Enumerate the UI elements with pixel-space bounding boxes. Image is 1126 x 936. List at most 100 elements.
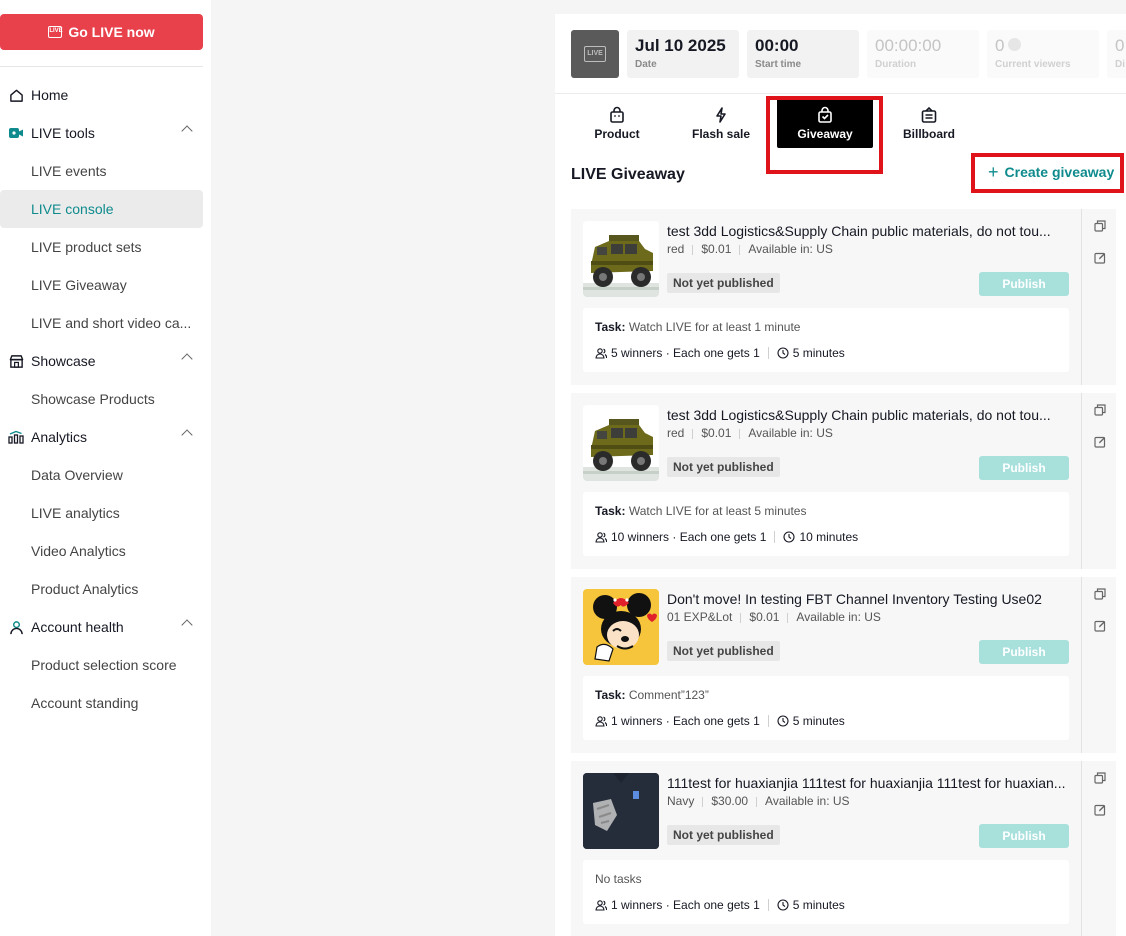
stat-date[interactable]: Jul 10 2025 Date	[627, 30, 739, 78]
billboard-icon	[921, 106, 937, 123]
product-meta: 01 EXP&Lot $0.01 Available in: US	[667, 610, 881, 624]
clock-icon	[777, 899, 789, 911]
giveaway-card: test 3dd Logistics&Supply Chain public m…	[571, 393, 1116, 569]
stat-extra: 0 Di	[1107, 30, 1126, 78]
users-icon	[595, 716, 607, 727]
home-icon	[8, 87, 24, 103]
giveaway-card-body: Don't move! In testing FBT Channel Inven…	[571, 577, 1081, 753]
chevron-up-icon[interactable]	[181, 619, 193, 631]
giveaway-card: test 3dd Logistics&Supply Chain public m…	[571, 209, 1116, 385]
tab-flash-sale[interactable]: Flash sale	[683, 98, 759, 148]
stat-start-time-label: Start time	[755, 59, 802, 70]
copy-icon[interactable]	[1093, 771, 1107, 785]
chevron-up-icon[interactable]	[181, 353, 193, 365]
section-title: LIVE Giveaway	[571, 166, 685, 183]
shopping-bag-icon	[610, 106, 624, 123]
clock-icon	[777, 347, 789, 359]
edit-icon[interactable]	[1093, 435, 1107, 449]
go-live-button[interactable]: LIVE Go LIVE now	[0, 14, 203, 50]
users-icon	[595, 532, 607, 543]
winners-line: 1 winners · Each one gets 1 5 minutes	[595, 898, 845, 912]
sidebar-item-product-selection-score[interactable]: Product selection score	[0, 646, 203, 684]
sidebar-section-label: Account health	[31, 619, 124, 635]
sidebar-item-showcase-products[interactable]: Showcase Products	[0, 380, 203, 418]
person-icon	[1008, 38, 1022, 52]
task-label: Task:	[595, 688, 626, 702]
sidebar-section-home[interactable]: Home	[0, 76, 203, 114]
sidebar-item-data-overview[interactable]: Data Overview	[0, 456, 203, 494]
product-variant: red	[667, 242, 685, 256]
sidebar-item-live-giveaway[interactable]: LIVE Giveaway	[0, 266, 203, 304]
publish-button[interactable]: Publish	[979, 640, 1069, 664]
edit-icon[interactable]	[1093, 619, 1107, 633]
meta-divider	[692, 428, 694, 439]
task-box: Task: Watch LIVE for at least 1 minute 5 …	[583, 308, 1069, 372]
publish-button[interactable]: Publish	[979, 824, 1069, 848]
publish-button[interactable]: Publish	[979, 272, 1069, 296]
giveaway-card-body: test 3dd Logistics&Supply Chain public m…	[571, 209, 1081, 385]
giveaway-card: 111test for huaxianjia 111test for huaxi…	[571, 761, 1116, 936]
chevron-up-icon[interactable]	[181, 125, 193, 137]
winners-divider	[767, 347, 769, 359]
stat-date-value: Jul 10 2025	[635, 36, 726, 55]
meta-divider	[692, 244, 694, 255]
card-action-divider	[1081, 209, 1082, 385]
video-icon	[8, 125, 24, 141]
tab-billboard[interactable]: Billboard	[891, 98, 967, 148]
sidebar-section-label: LIVE tools	[31, 125, 95, 141]
sidebar-item-live-product-sets[interactable]: LIVE product sets	[0, 228, 203, 266]
lightning-icon	[716, 106, 726, 123]
task-text: No tasks	[595, 872, 642, 886]
product-meta: red $0.01 Available in: US	[667, 242, 833, 256]
sidebar-item-video-analytics[interactable]: Video Analytics	[0, 532, 203, 570]
product-price: $0.01	[749, 610, 780, 624]
clock-icon	[777, 715, 789, 727]
sidebar-item-account-standing[interactable]: Account standing	[0, 684, 203, 722]
stat-start-time[interactable]: 00:00 Start time	[747, 30, 859, 78]
product-price: $0.01	[701, 426, 732, 440]
winners-text: 5 winners · Each one gets 1	[611, 346, 760, 360]
highlight-box-create-button	[971, 153, 1124, 193]
sidebar-item-product-analytics[interactable]: Product Analytics	[0, 570, 203, 608]
card-action-divider	[1081, 761, 1082, 936]
stat-duration-value: 00:00:00	[875, 36, 942, 55]
status-badge: Not yet published	[667, 273, 780, 293]
sidebar-item-live-events[interactable]: LIVE events	[0, 152, 203, 190]
tv-icon: LIVE	[584, 46, 606, 62]
task-line: Task: Watch LIVE for at least 5 minutes	[595, 504, 806, 518]
sidebar-section-label: Analytics	[31, 429, 88, 445]
sidebar-section-showcase[interactable]: Showcase	[0, 342, 203, 380]
stat-duration-label: Duration	[875, 59, 917, 70]
sidebar-section-label: Showcase	[31, 353, 96, 369]
winners-line: 1 winners · Each one gets 1 5 minutes	[595, 714, 845, 728]
edit-icon[interactable]	[1093, 803, 1107, 817]
copy-icon[interactable]	[1093, 403, 1107, 417]
stat-extra-value: 0	[1115, 36, 1125, 55]
stat-viewers: 0 Current viewers	[987, 30, 1099, 78]
sidebar-section-account-health[interactable]: Account health	[0, 608, 203, 646]
stat-viewers-value: 0	[995, 36, 1005, 55]
sidebar-item-live-console[interactable]: LIVE console	[0, 190, 203, 228]
winners-text: 1 winners · Each one gets 1	[611, 898, 760, 912]
stat-duration: 00:00:00 Duration	[867, 30, 979, 78]
copy-icon[interactable]	[1093, 587, 1107, 601]
sidebar-section-label: Home	[31, 87, 69, 103]
task-label: Task:	[595, 504, 626, 518]
duration-text: 5 minutes	[792, 714, 845, 728]
edit-icon[interactable]	[1093, 251, 1107, 265]
sidebar-section-live-tools[interactable]: LIVE tools	[0, 114, 203, 152]
giveaway-card-body: 111test for huaxianjia 111test for huaxi…	[571, 761, 1081, 936]
status-badge: Not yet published	[667, 457, 780, 477]
card-action-divider	[1081, 393, 1082, 569]
live-thumbnail: LIVE	[571, 30, 619, 78]
product-variant: red	[667, 426, 685, 440]
product-availability: Available in: US	[765, 794, 850, 808]
sidebar-item-live-analytics[interactable]: LIVE analytics	[0, 494, 203, 532]
task-text: Comment”123”	[628, 688, 709, 702]
copy-icon[interactable]	[1093, 219, 1107, 233]
sidebar-section-analytics[interactable]: Analytics	[0, 418, 203, 456]
publish-button[interactable]: Publish	[979, 456, 1069, 480]
chevron-up-icon[interactable]	[181, 429, 193, 441]
tab-product[interactable]: Product	[579, 98, 655, 148]
sidebar-item-live-and-short-video-ca[interactable]: LIVE and short video ca...	[0, 304, 203, 342]
